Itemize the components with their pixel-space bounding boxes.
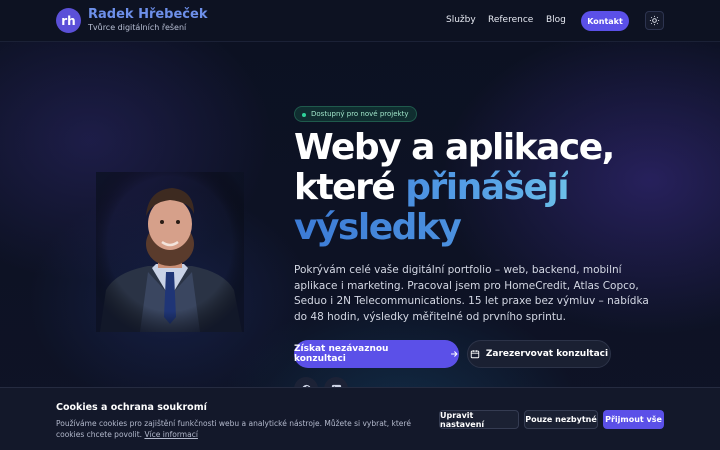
- site-header: rh Radek Hřebeček Tvůrce digitálních řeš…: [0, 0, 720, 42]
- hero-description: Pokrývám celé vaše digitální portfolio –…: [294, 264, 649, 323]
- nav-link-sluzby[interactable]: Služby: [446, 15, 476, 25]
- headline-word-ktere: které: [294, 167, 406, 208]
- cookie-description: Používáme cookies pro zajištění funkčnos…: [56, 419, 426, 440]
- calendar-icon: [470, 350, 480, 359]
- brand-tagline: Tvůrce digitálních řešení: [88, 23, 187, 32]
- free-consultation-label: Získat nezávaznou konzultaci: [294, 344, 389, 364]
- brand-name[interactable]: Radek Hřebeček: [88, 7, 207, 22]
- book-consultation-label: Zarezervovat konzultaci: [485, 349, 609, 359]
- cookie-accept-button[interactable]: Přijmout vše: [603, 410, 664, 429]
- headline-highlight-prinaseji: přinášejí: [405, 167, 569, 208]
- nav-link-reference[interactable]: Reference: [488, 15, 533, 25]
- hero-headline: Weby a aplikace, které přinášejí výsledk…: [294, 127, 615, 248]
- headline-line-1: Weby a aplikace,: [294, 127, 615, 168]
- contact-button[interactable]: Kontakt: [581, 11, 629, 31]
- book-consultation-button[interactable]: Zarezervovat konzultaci: [467, 340, 611, 368]
- cookie-settings-button[interactable]: Upravit nastavení: [439, 410, 519, 429]
- headline-line-2: které přinášejí: [294, 168, 614, 208]
- headline-highlight-vysledky: výsledky: [294, 208, 614, 248]
- sun-icon: [649, 15, 660, 26]
- cookie-text: Používáme cookies pro zajištění funkčnos…: [56, 419, 411, 439]
- logo[interactable]: rh: [56, 8, 81, 33]
- portrait-photo: [96, 172, 244, 332]
- more-info-link[interactable]: Více informací: [144, 430, 197, 439]
- cookie-title: Cookies a ochrana soukromí: [56, 402, 207, 413]
- theme-toggle-button[interactable]: [645, 11, 664, 30]
- arrow-right-icon: [451, 351, 458, 357]
- availability-badge: Dostupný pro nové projekty: [294, 106, 418, 122]
- nav-link-blog[interactable]: Blog: [546, 15, 566, 25]
- cookie-necessary-button[interactable]: Pouze nezbytné: [524, 410, 598, 429]
- free-consultation-button[interactable]: Získat nezávaznou konzultaci: [294, 340, 459, 368]
- cookie-banner: Cookies a ochrana soukromí Používáme coo…: [0, 387, 720, 450]
